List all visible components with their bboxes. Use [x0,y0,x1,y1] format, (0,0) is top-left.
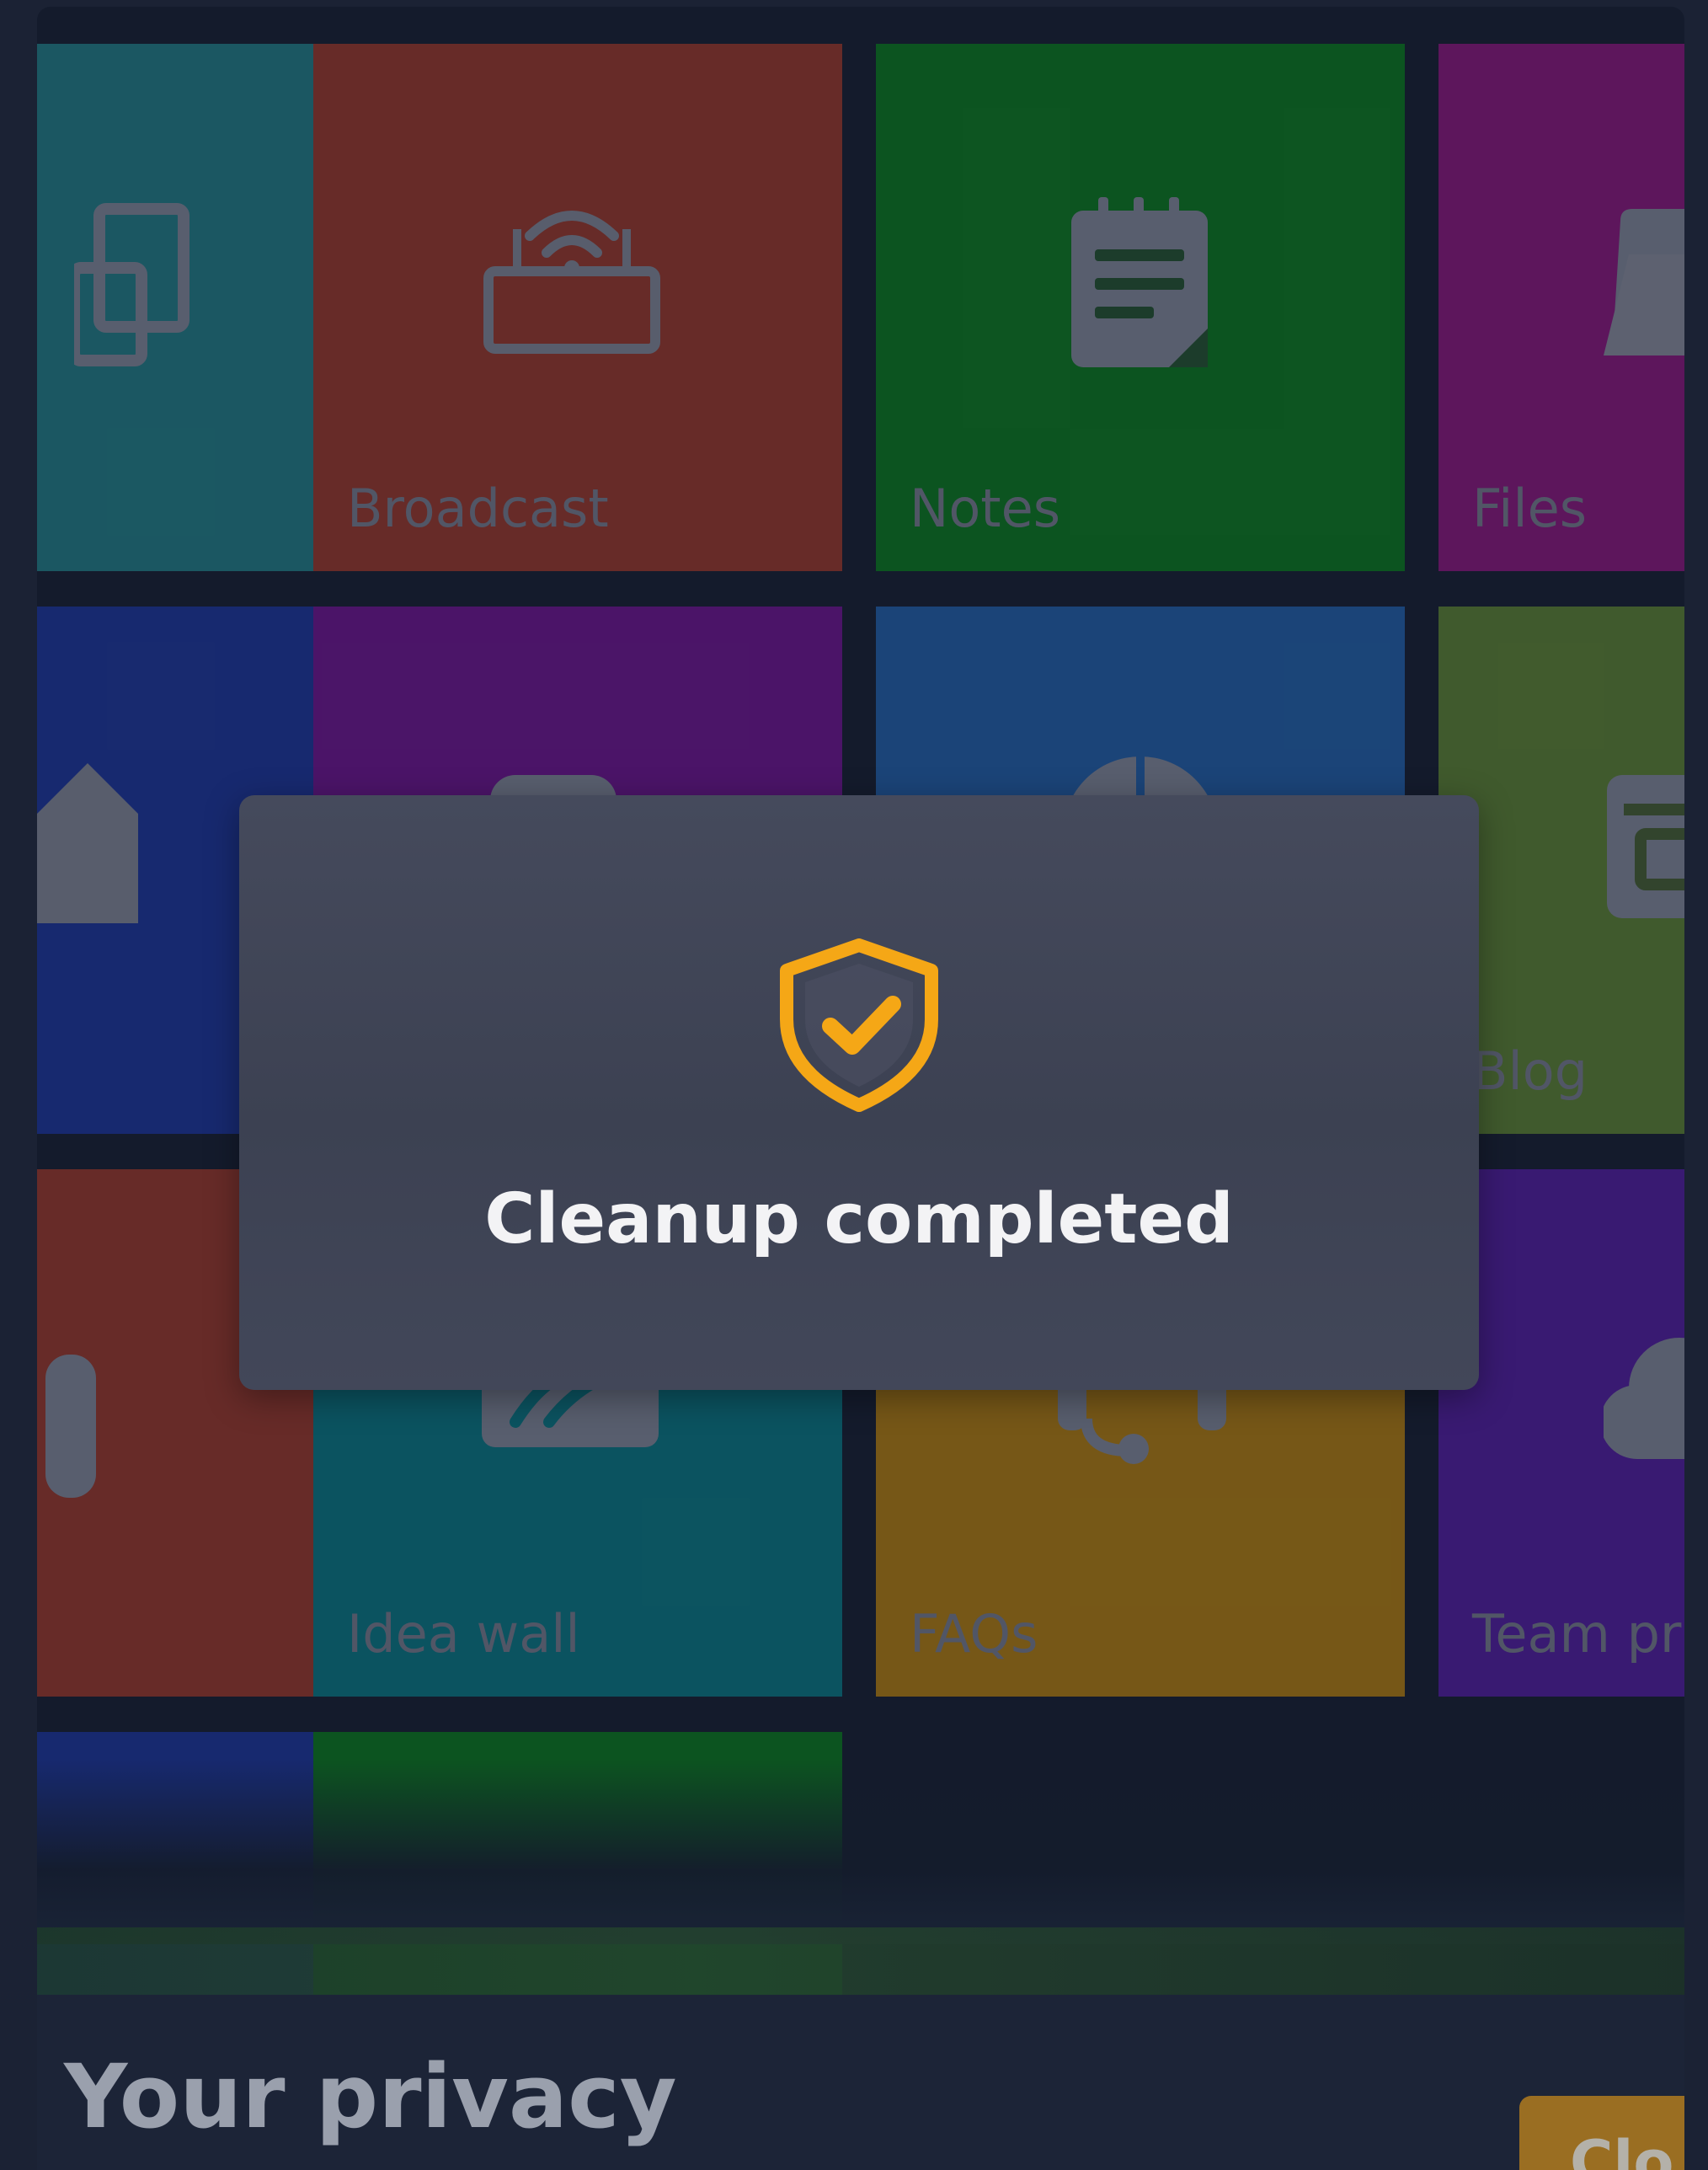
bottom-fade [37,1759,1684,1944]
calendar-icon [1607,775,1684,918]
tile-label: Notes [910,478,1061,539]
privacy-title: Your privacy [64,2045,677,2148]
tile-label: Broadcast [347,478,609,539]
cleanup-completed-dialog: Cleanup completed [239,795,1479,1390]
screens-icon [74,203,189,366]
privacy-close-button[interactable]: Clo [1519,2096,1684,2170]
shield-check-icon [780,938,938,1112]
folder-icon [1604,209,1684,355]
tile-broadcast[interactable]: Broadcast [313,44,842,571]
tile-label: FAQs [910,1603,1038,1665]
tile-files[interactable]: Files [1438,44,1684,571]
broadcast-icon [483,211,660,354]
tile-notes[interactable]: Notes [876,44,1405,571]
privacy-banner: Your privacy Clo [37,1995,1684,2170]
home-icon [37,763,138,923]
cloud-icon [1604,1338,1684,1459]
notepad-icon [1071,197,1208,367]
tile-partial-teal[interactable] [37,44,317,571]
privacy-close-label: Clo [1570,2128,1674,2170]
phone-icon [45,1355,96,1498]
tile-label: Idea wall [347,1603,580,1665]
tile-label: Blog [1472,1040,1588,1102]
dialog-title: Cleanup completed [484,1179,1234,1259]
tile-label: Team pr [1472,1603,1682,1665]
tile-label: Files [1472,478,1588,539]
